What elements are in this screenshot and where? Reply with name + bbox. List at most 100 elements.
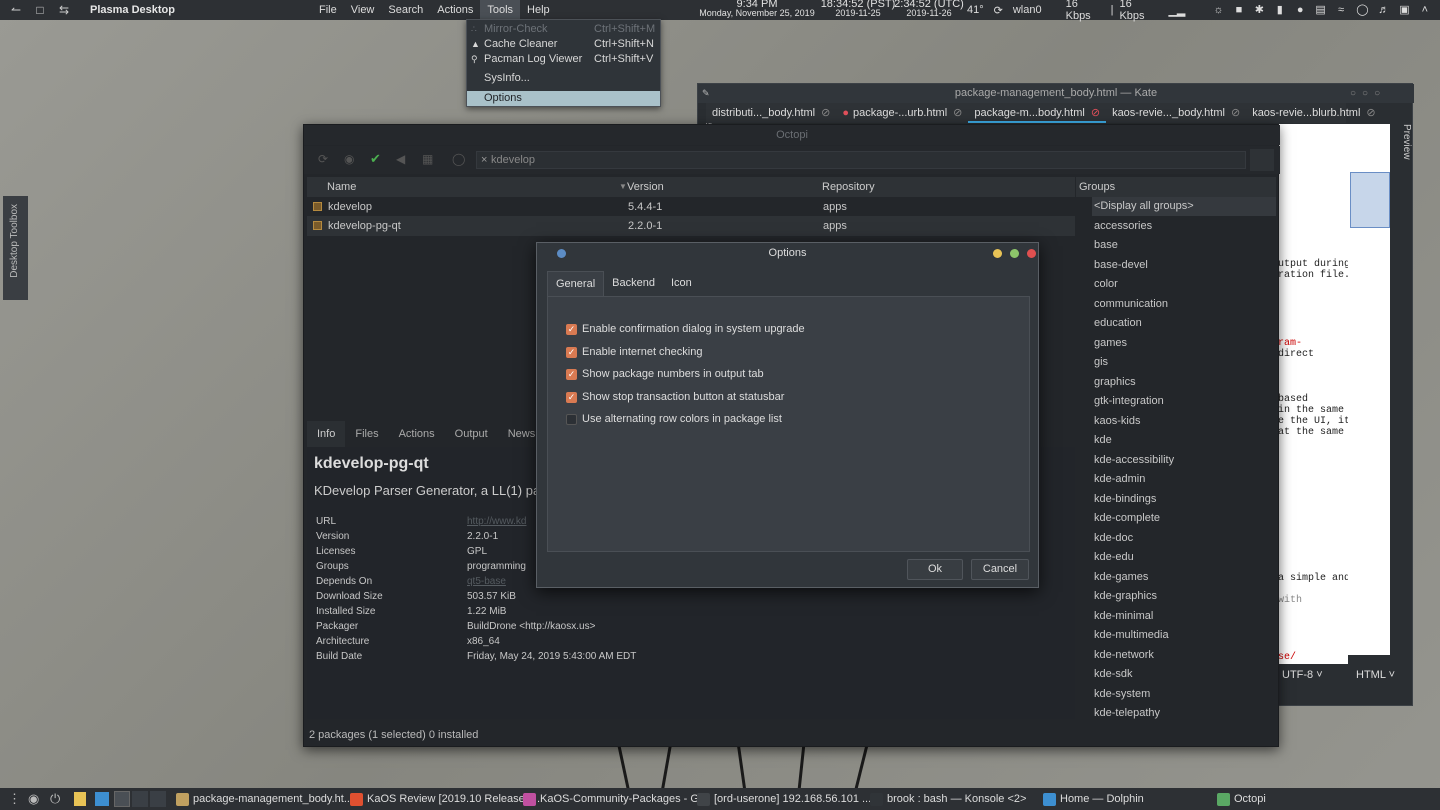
back-icon[interactable]: ↼	[8, 2, 24, 18]
clear-search-icon[interactable]: ×	[481, 152, 487, 168]
utc-clock[interactable]: 2:34:52 (UTC) 2019-11-26	[894, 0, 964, 20]
group-item[interactable]: gis	[1092, 353, 1276, 372]
maximize-icon[interactable]	[1010, 249, 1019, 258]
group-item[interactable]: kde-system	[1092, 685, 1276, 704]
column-version[interactable]: Version	[627, 177, 664, 197]
group-item[interactable]: kde-edu	[1092, 548, 1276, 567]
close-icon[interactable]: ⊘	[1366, 107, 1375, 119]
group-item[interactable]: graphics	[1092, 373, 1276, 392]
switch-icon[interactable]: ⇆	[56, 2, 72, 18]
package-search-input[interactable]: × kdevelop	[476, 151, 1246, 169]
close-icon[interactable]: ⊘	[1091, 107, 1100, 119]
window-icon[interactable]: □	[32, 2, 48, 18]
group-item[interactable]: kde-admin	[1092, 470, 1276, 489]
package-row-selected[interactable]: kdevelop-pg-qt 2.2.0-1 apps	[307, 216, 1075, 236]
app-launcher-icon[interactable]: ⋮	[8, 791, 21, 807]
group-item[interactable]: kde-doc	[1092, 529, 1276, 548]
group-item[interactable]: kde-multimedia	[1092, 626, 1276, 645]
local-clock[interactable]: 9:34 PM Monday, November 25, 2019	[698, 0, 816, 20]
task-octopi[interactable]: Octopi	[1217, 788, 1266, 810]
minimize-icon[interactable]	[993, 249, 1002, 258]
camera-icon[interactable]: ▣	[1399, 4, 1409, 16]
desktop-toolbox[interactable]: Desktop Toolbox	[3, 196, 28, 300]
menu-item-sysinfo[interactable]: SysInfo...	[467, 71, 660, 86]
aur-icon[interactable]: ◯	[452, 152, 465, 166]
group-item[interactable]: kaos-kids	[1092, 412, 1276, 431]
kate-minimap[interactable]	[1348, 124, 1390, 655]
column-repository[interactable]: Repository	[822, 177, 875, 197]
kate-tab[interactable]: kaos-revie..._body.html ⊘	[1106, 103, 1246, 123]
minimap-viewport[interactable]	[1350, 172, 1390, 228]
wifi-icon[interactable]: ≈	[1336, 4, 1346, 16]
task-dolphin[interactable]: Home — Dolphin	[1043, 788, 1144, 810]
task-ssh-terminal[interactable]: [ord-userone] 192.168.56.101 ...	[697, 788, 871, 810]
ok-button[interactable]: Ok	[907, 559, 963, 580]
task-kate[interactable]: package-management_body.ht...	[176, 788, 353, 810]
group-item[interactable]: kde-minimal	[1092, 607, 1276, 626]
power-icon[interactable]: ⏻	[50, 791, 60, 807]
bluetooth-icon[interactable]: ✱	[1254, 4, 1264, 16]
group-item[interactable]: kde-network	[1092, 646, 1276, 665]
group-item[interactable]: <Display all groups>	[1092, 197, 1276, 216]
group-item[interactable]: kde-sdk	[1092, 665, 1276, 684]
microphone-icon[interactable]: ●	[1295, 4, 1305, 16]
kate-tab[interactable]: kaos-revie...blurb.html ⊘	[1246, 103, 1381, 123]
refresh-icon[interactable]: ⟳	[994, 4, 1003, 17]
cancel-button[interactable]: Cancel	[971, 559, 1029, 580]
group-item[interactable]: communication	[1092, 295, 1276, 314]
preview-sidebar[interactable]: Preview	[1394, 124, 1412, 244]
menu-item-mirror-check[interactable]: ∴ Mirror-Check Ctrl+Shift+M	[467, 22, 660, 37]
close-icon[interactable]: ⊘	[821, 107, 830, 119]
task-github[interactable]: KaOS-Community-Packages - G...	[523, 788, 708, 810]
kate-editor[interactable]: utput during ration file. ram- direct ba…	[1278, 124, 1348, 664]
group-item[interactable]: kde	[1092, 431, 1276, 450]
tab-actions[interactable]: Actions	[389, 421, 445, 447]
file-manager-icon[interactable]	[95, 792, 109, 806]
desktop-pager-3[interactable]	[150, 791, 166, 807]
updates-icon[interactable]: ■	[1234, 4, 1244, 16]
encoding-selector[interactable]: UTF-8 ˅	[1282, 669, 1323, 681]
tab-info[interactable]: Info	[307, 421, 346, 447]
sync-icon[interactable]: ⟳	[318, 152, 328, 166]
group-item[interactable]: kde-telepathy	[1092, 704, 1276, 723]
group-item[interactable]: gtk-integration	[1092, 392, 1276, 411]
volume-icon[interactable]: ♬	[1378, 4, 1389, 16]
tab-icon[interactable]: Icon	[663, 271, 700, 297]
menu-tools[interactable]: Tools	[480, 0, 521, 20]
desktop-pager-2[interactable]	[132, 791, 148, 807]
menu-button[interactable]	[1250, 149, 1274, 171]
kate-tab[interactable]: ● package-...urb.html ⊘	[836, 103, 968, 123]
battery-icon[interactable]: ▮	[1275, 4, 1285, 16]
menu-view[interactable]: View	[344, 0, 382, 20]
clipboard-icon[interactable]: ▤	[1315, 4, 1325, 16]
task-browser[interactable]: KaOS Review [2019.10 Release] ...	[350, 788, 540, 810]
column-name[interactable]: Name	[327, 177, 356, 197]
tab-files[interactable]: Files	[345, 421, 388, 447]
group-item[interactable]: kde-bindings	[1092, 490, 1276, 509]
group-item[interactable]: kde-graphics	[1092, 587, 1276, 606]
group-item[interactable]: kde-games	[1092, 568, 1276, 587]
mode-selector[interactable]: HTML ˅	[1356, 669, 1395, 681]
menu-item-pacman-log-viewer[interactable]: ⚲ Pacman Log Viewer Ctrl+Shift+V	[467, 52, 660, 67]
terminal-icon[interactable]: ▦	[422, 152, 433, 166]
desktop-pager-1[interactable]	[114, 791, 130, 807]
close-icon[interactable]: ⊘	[953, 107, 962, 119]
package-row[interactable]: kdevelop 5.4.4-1 apps	[307, 197, 1075, 217]
kate-tab[interactable]: distributi..._body.html ⊘	[706, 103, 836, 123]
group-item[interactable]: color	[1092, 275, 1276, 294]
notes-icon[interactable]	[74, 792, 86, 806]
task-konsole[interactable]: brook : bash — Konsole <2>	[870, 788, 1026, 810]
group-item[interactable]: accessories	[1092, 217, 1276, 236]
group-item[interactable]: base	[1092, 236, 1276, 255]
group-item[interactable]: games	[1092, 334, 1276, 353]
menu-item-cache-cleaner[interactable]: ▲ Cache Cleaner Ctrl+Shift+N	[467, 37, 660, 52]
group-item[interactable]: education	[1092, 314, 1276, 333]
menu-item-options[interactable]: Options	[467, 91, 660, 106]
expand-tray-icon[interactable]: ˄	[1420, 4, 1430, 16]
close-icon[interactable]	[1027, 249, 1036, 258]
kate-window-buttons[interactable]: ○○○	[1350, 88, 1410, 100]
group-item[interactable]: base-devel	[1092, 256, 1276, 275]
notifications-icon[interactable]: ☼	[1213, 4, 1224, 16]
pst-clock[interactable]: 18:34:52 (PST) 2019-11-25	[818, 0, 898, 20]
app-menu-icon[interactable]	[557, 249, 566, 258]
